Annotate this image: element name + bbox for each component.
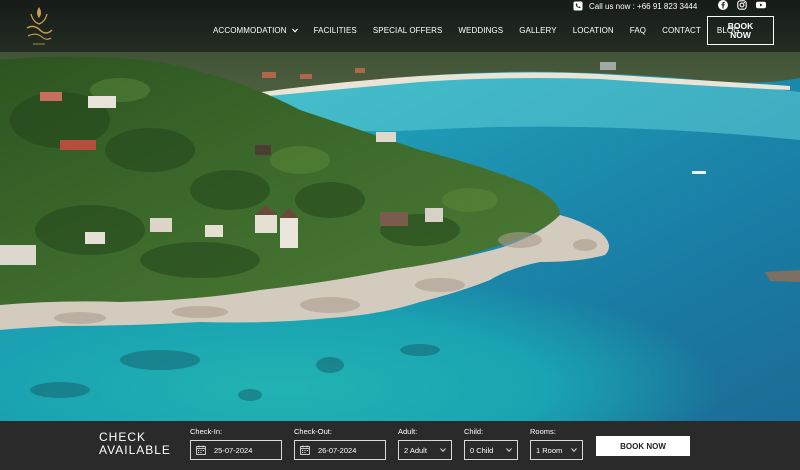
adult-field: Adult: 2 Adult: [398, 427, 452, 460]
check-in-label: Check-In:: [190, 427, 223, 436]
instagram-icon[interactable]: [737, 0, 747, 10]
child-label: Child:: [464, 427, 484, 436]
nav-location[interactable]: LOCATION: [573, 26, 614, 35]
rooms-select[interactable]: 1 Room: [530, 440, 583, 460]
nav-gallery[interactable]: GALLERY: [519, 26, 556, 35]
hero-aerial-image: [0, 0, 800, 421]
nav-label: ACCOMMODATION: [213, 26, 287, 35]
check-in-field: Check-In: 25-07-2024: [190, 427, 282, 460]
rooms-value: 1 Room: [536, 445, 563, 455]
phone-text: Call us now : +66 91 823 3444: [589, 1, 698, 11]
child-select[interactable]: 0 Child: [464, 440, 518, 460]
child-value: 0 Child: [470, 445, 494, 455]
nav-accommodation[interactable]: ACCOMMODATION: [213, 26, 298, 35]
book-now-button[interactable]: BOOK NOW: [596, 436, 690, 456]
check-out-input[interactable]: 26-07-2024: [294, 440, 386, 460]
calendar-icon: [300, 445, 310, 455]
chevron-down-icon: [506, 448, 512, 452]
calendar-icon: [196, 445, 206, 455]
chevron-down-icon: [291, 28, 298, 33]
check-out-label: Check-Out:: [294, 427, 332, 436]
facebook-icon[interactable]: [718, 0, 728, 10]
adult-label: Adult:: [398, 427, 418, 436]
check-out-field: Check-Out: 26-07-2024: [294, 427, 386, 460]
social-links: [718, 0, 766, 10]
nav-contact[interactable]: CONTACT: [662, 26, 701, 35]
child-field: Child: 0 Child: [464, 427, 518, 460]
youtube-icon[interactable]: [756, 0, 766, 10]
nav-faq[interactable]: FAQ: [630, 26, 646, 35]
nav-weddings[interactable]: WEDDINGS: [458, 26, 503, 35]
check-available-title: CHECK AVAILABLE: [99, 430, 171, 457]
rooms-label: Rooms:: [530, 427, 556, 436]
phone-contact[interactable]: Call us now : +66 91 823 3444: [573, 0, 697, 12]
nav-special-offers[interactable]: SPECIAL OFFERS: [373, 26, 443, 35]
check-in-input[interactable]: 25-07-2024: [190, 440, 282, 460]
check-out-value: 26-07-2024: [318, 445, 357, 455]
book-now-header-button[interactable]: BOOK NOW: [707, 16, 774, 45]
main-nav: ACCOMMODATION FACILITIES SPECIAL OFFERS …: [213, 26, 740, 35]
adult-select[interactable]: 2 Adult: [398, 440, 452, 460]
check-in-value: 25-07-2024: [214, 445, 253, 455]
hotel-logo[interactable]: [22, 4, 56, 48]
rooms-field: Rooms: 1 Room: [530, 427, 583, 460]
chevron-down-icon: [571, 448, 577, 452]
chevron-down-icon: [440, 448, 446, 452]
top-navigation-bar: Call us now : +66 91 823 3444 ACCOMMODAT…: [0, 0, 800, 52]
phone-icon: [573, 1, 583, 11]
nav-facilities[interactable]: FACILITIES: [314, 26, 357, 35]
adult-value: 2 Adult: [404, 445, 427, 455]
